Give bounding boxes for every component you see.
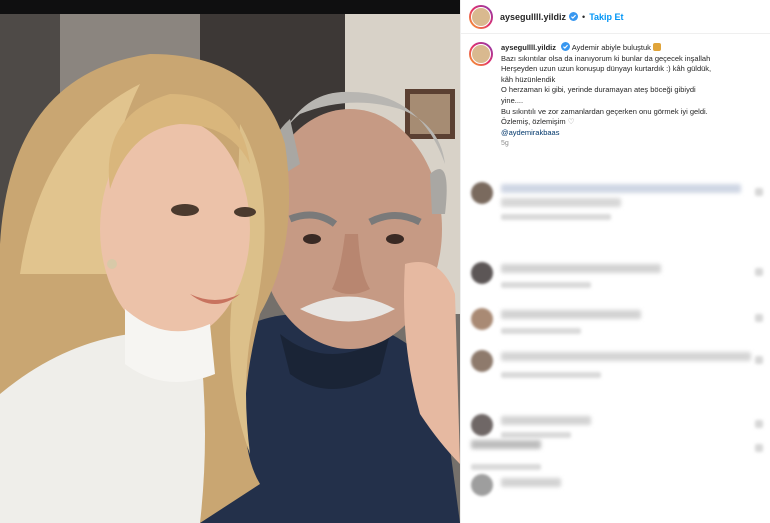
smile-emoji-icon — [652, 43, 661, 51]
profile-avatar[interactable] — [469, 4, 493, 29]
caption-username[interactable]: aysegullll.yildiz — [501, 43, 556, 52]
blurred-comment-text — [471, 440, 541, 449]
post-timestamp: 5g — [501, 140, 509, 148]
blurred-comment-meta — [501, 372, 601, 378]
selfie-image — [0, 14, 460, 523]
comment-heart-icon[interactable] — [755, 188, 763, 196]
verified-badge-icon — [569, 12, 579, 21]
caption-line-4: kâh hüzünlendik — [501, 74, 556, 84]
top-bar — [0, 0, 460, 14]
comment-heart-icon[interactable] — [755, 314, 763, 322]
blurred-avatar — [471, 474, 493, 496]
caption-line-3: Herşeyden uzun uzun konuşup dünyayı kurt… — [501, 64, 712, 74]
caption-line-7: Bu sıkıntılı ve zor zamanlardan geçerken… — [501, 106, 708, 116]
post-side-panel: aysegullll.yildiz • Takip Et aysegullll.… — [460, 0, 770, 523]
verified-badge-icon — [561, 42, 571, 51]
blurred-comment-meta — [501, 214, 611, 220]
blurred-avatar — [471, 350, 493, 372]
follow-button[interactable]: Takip Et — [589, 12, 623, 22]
heart-outline-icon: ♡ — [567, 117, 575, 127]
post-caption: aysegullll.yildiz Aydemir abiyle buluştu… — [469, 42, 765, 150]
blurred-comment-meta — [501, 282, 591, 288]
blurred-comment-text — [501, 198, 621, 207]
blurred-comment-text — [501, 352, 751, 361]
comment-heart-icon[interactable] — [755, 268, 763, 276]
blurred-avatar — [471, 182, 493, 204]
blurred-avatar — [471, 414, 493, 436]
blurred-avatar — [471, 262, 493, 284]
post-header: aysegullll.yildiz • Takip Et — [461, 0, 770, 34]
comment-item — [469, 178, 769, 234]
blurred-comment-text — [501, 264, 661, 273]
blurred-comment-text — [501, 310, 641, 319]
blurred-comment-text — [501, 478, 561, 487]
blurred-comment-meta — [501, 328, 581, 334]
post-photo[interactable] — [0, 14, 460, 523]
blurred-comment-text — [501, 416, 591, 425]
blurred-comment-text — [501, 184, 741, 193]
caption-line-2: Bazı sıkıntılar olsa da inanıyorum ki bu… — [501, 53, 711, 63]
caption-line-1: Aydemir abiyle buluştuk — [571, 43, 651, 52]
caption-line-6: yine.... — [501, 95, 524, 105]
blurred-avatar — [471, 308, 493, 330]
comment-heart-icon[interactable] — [755, 420, 763, 428]
blurred-comment-meta — [471, 464, 541, 470]
caption-text: aysegullll.yildiz Aydemir abiyle buluştu… — [501, 42, 765, 150]
comment-item — [469, 346, 769, 402]
header-username[interactable]: aysegullll.yildiz — [500, 12, 566, 22]
separator-dot: • — [582, 11, 586, 22]
comment-heart-icon[interactable] — [755, 356, 763, 364]
caption-avatar[interactable] — [469, 42, 493, 66]
mention-link[interactable]: @aydemirakbaas — [501, 128, 765, 139]
comment-item — [469, 472, 769, 523]
caption-line-8: Özlemiş, özlemişim — [501, 117, 566, 127]
comment-heart-icon[interactable] — [755, 444, 763, 452]
caption-line-5: O herzaman ki gibi, yerinde duramayan at… — [501, 85, 696, 95]
